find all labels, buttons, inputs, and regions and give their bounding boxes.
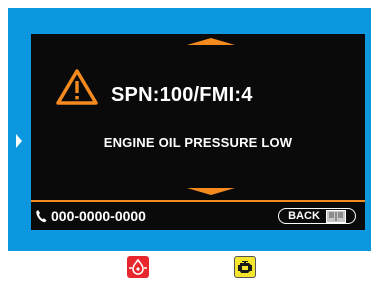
phone-icon (36, 210, 47, 223)
check-engine-icon (238, 261, 252, 273)
oil-pressure-icon (129, 258, 147, 275)
diagnostic-screen: SPN:100/FMI:4 ENGINE OIL PRESSURE LOW 00… (31, 34, 365, 230)
check-engine-indicator (234, 256, 256, 278)
scroll-down-arrow-icon[interactable] (187, 188, 235, 195)
divider (31, 200, 365, 202)
support-phone: 000-0000-0000 (35, 208, 146, 224)
warning-triangle-icon (56, 69, 98, 105)
back-button[interactable]: BACK (278, 208, 356, 224)
right-edge-marker (373, 134, 379, 148)
oil-pressure-indicator (127, 256, 149, 278)
left-edge-marker (16, 134, 22, 148)
back-button-label: BACK (288, 210, 320, 222)
fault-description: ENGINE OIL PRESSURE LOW (103, 135, 293, 150)
book-icon (325, 209, 346, 223)
scroll-up-arrow-icon[interactable] (187, 38, 235, 45)
fault-code: SPN:100/FMI:4 (111, 84, 253, 106)
phone-number: 000-0000-0000 (51, 208, 146, 224)
